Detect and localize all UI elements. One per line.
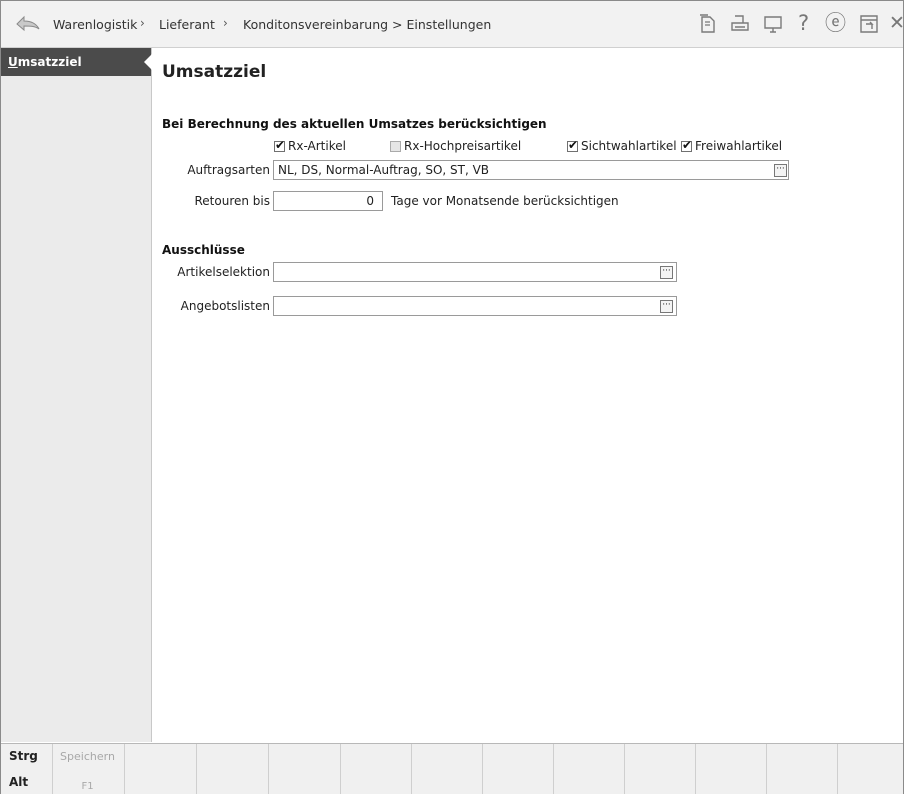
fkey-slot[interactable]: [196, 744, 266, 794]
monitor-icon[interactable]: [763, 13, 783, 35]
section-berechnung-title: Bei Berechnung des aktuellen Umsatzes be…: [162, 117, 547, 131]
sidebar-item-shortcut: U: [8, 55, 18, 69]
checkbox-label: Freiwahlartikel: [695, 139, 783, 153]
fkey-slot[interactable]: [766, 744, 836, 794]
checkbox-label: Sichtwahlartikel: [581, 139, 677, 153]
fkey-speichern[interactable]: Speichern F1: [52, 744, 122, 794]
fkey-label: Speichern: [60, 750, 115, 763]
checkbox-sichtwahlartikel[interactable]: Sichtwahlartikel: [567, 138, 677, 153]
checkbox-freiwahlartikel[interactable]: Freiwahlartikel: [681, 138, 783, 153]
checkbox-checked-icon[interactable]: [274, 138, 285, 152]
breadcrumb-separator: ›: [223, 16, 228, 30]
fkey-slot[interactable]: [553, 744, 623, 794]
modifier-alt: Alt: [9, 775, 29, 789]
checkbox-checked-icon[interactable]: [567, 138, 578, 152]
fkey-slot[interactable]: [837, 744, 903, 794]
checkbox-label: Rx-Hochpreisartikel: [404, 139, 522, 153]
fkey-slot[interactable]: [124, 744, 194, 794]
auftragsarten-field[interactable]: NL, DS, Normal-Auftrag, SO, ST, VB: [273, 160, 789, 180]
e-icon[interactable]: ⓔ: [825, 11, 846, 35]
fkey-slot[interactable]: [268, 744, 338, 794]
retouren-days-input[interactable]: 0: [273, 191, 383, 211]
fkey-number: F1: [81, 781, 94, 792]
breadcrumb-warenlogistik[interactable]: Warenlogistik: [53, 17, 137, 32]
sidebar: Umsatzziel: [1, 48, 152, 742]
angebotslisten-label: Angebotslisten: [180, 299, 270, 313]
fkey-slot[interactable]: [695, 744, 765, 794]
modifier-strg: Strg: [9, 749, 38, 763]
checkbox-unchecked-icon[interactable]: [390, 141, 401, 152]
copy-document-icon[interactable]: [697, 13, 717, 35]
auftragsarten-label: Auftragsarten: [187, 163, 270, 177]
breadcrumb-current: Konditonsvereinbarung > Einstellungen: [243, 17, 492, 32]
fkey-slot[interactable]: [411, 744, 481, 794]
back-arrow-icon[interactable]: [15, 14, 41, 34]
artikelselektion-browse-button[interactable]: ···: [660, 266, 673, 279]
auftragsarten-browse-button[interactable]: ···: [774, 164, 787, 177]
sidebar-item-label: msatzziel: [17, 55, 82, 69]
breadcrumb-lieferant[interactable]: Lieferant: [159, 17, 215, 32]
checkbox-rx-hochpreisartikel[interactable]: Rx-Hochpreisartikel: [390, 139, 521, 153]
title-bar: Warenlogistik › Lieferant › Konditonsver…: [1, 1, 904, 48]
window-icon[interactable]: [859, 13, 879, 35]
page-title: Umsatzziel: [162, 62, 267, 82]
fkey-slot[interactable]: [624, 744, 694, 794]
artikelselektion-field[interactable]: [273, 262, 677, 282]
angebotslisten-field[interactable]: [273, 296, 677, 316]
checkbox-rx-artikel[interactable]: Rx-Artikel: [274, 138, 346, 153]
artikelselektion-label: Artikelselektion: [177, 265, 270, 279]
breadcrumb-separator: ›: [140, 16, 145, 30]
section-ausschluesse-title: Ausschlüsse: [162, 243, 245, 257]
checkbox-checked-icon[interactable]: [681, 138, 692, 152]
function-key-bar: Strg Alt Speichern F1: [1, 743, 903, 794]
fkey-slot[interactable]: [340, 744, 410, 794]
fkey-slot[interactable]: [482, 744, 552, 794]
print-icon[interactable]: [730, 13, 750, 35]
angebotslisten-browse-button[interactable]: ···: [660, 300, 673, 313]
retouren-label: Retouren bis: [194, 194, 270, 208]
help-icon[interactable]: ?: [798, 11, 809, 35]
retouren-suffix: Tage vor Monatsende berücksichtigen: [391, 194, 619, 208]
checkbox-label: Rx-Artikel: [288, 139, 346, 153]
close-icon[interactable]: ✕: [889, 11, 904, 35]
sidebar-item-umsatzziel[interactable]: Umsatzziel: [1, 48, 152, 76]
active-indicator: [144, 54, 152, 70]
